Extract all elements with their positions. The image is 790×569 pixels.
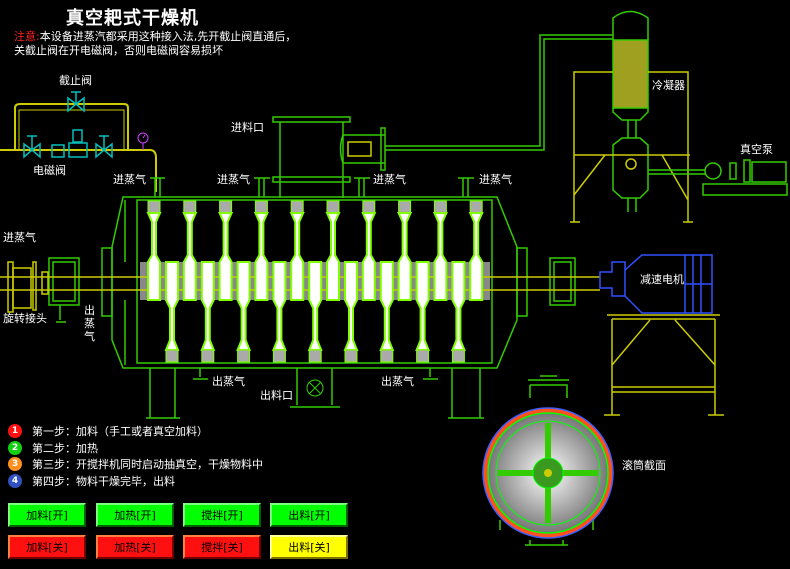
vacuum-pump: [702, 159, 788, 196]
step-badge: 1: [8, 424, 22, 439]
feed-inlet-label: 进料口: [231, 120, 264, 134]
paddle-head: [254, 200, 268, 214]
lower-paddle: [307, 261, 323, 351]
paddle-head: [147, 200, 161, 214]
steam-inlet-nozzles: [150, 177, 474, 197]
lower-paddle: [271, 261, 287, 351]
paddle-head: [237, 349, 251, 363]
steam-out-v-3: 气: [84, 329, 95, 343]
solenoid-valve-group[interactable]: [23, 129, 113, 159]
condenser-label: 冷凝器: [652, 78, 685, 92]
paddle-head: [201, 349, 215, 363]
lower-paddle: [415, 261, 431, 351]
step-badge: 3: [8, 457, 22, 472]
upper-paddle: [468, 212, 484, 301]
upper-paddle: [361, 212, 377, 301]
upper-paddle: [253, 212, 269, 301]
step-4: 4 第四步：物料干燥完毕，出料: [8, 473, 263, 490]
stir-off-button[interactable]: 搅拌[关]: [183, 535, 261, 559]
step-badge: 4: [8, 473, 22, 488]
paddle-head: [398, 200, 412, 214]
discharge-on-button[interactable]: 出料[开]: [270, 503, 348, 527]
step-text: 第二步：加热: [32, 441, 98, 455]
paddle-head: [183, 200, 197, 214]
paddle-head: [219, 200, 233, 214]
upper-paddle: [218, 212, 234, 301]
paddle-head: [272, 349, 286, 363]
rotary-joint-label: 旋转接头: [3, 311, 47, 325]
vacuum-pump-label: 真空泵: [740, 142, 773, 156]
discharge-valve-icon[interactable]: [306, 379, 324, 397]
step-text: 第一步：加料（手工或者真空加料）: [32, 425, 208, 439]
upper-paddle: [182, 212, 198, 301]
discharge-off-button[interactable]: 出料[关]: [270, 535, 348, 559]
paddle-head: [469, 200, 483, 214]
rotary-joint: [7, 261, 49, 313]
lower-paddle: [379, 261, 395, 351]
paddle-head: [362, 200, 376, 214]
steam-in-label-1: 进蒸气: [113, 172, 146, 186]
paddle-head: [416, 349, 430, 363]
upper-paddle: [146, 212, 162, 301]
heat-on-button[interactable]: 加热[开]: [96, 503, 174, 527]
paddle-head: [308, 349, 322, 363]
shutoff-valve[interactable]: [67, 91, 85, 113]
paddle-head: [165, 349, 179, 363]
drum-cross-section: [482, 375, 614, 546]
feed-off-button[interactable]: 加料[关]: [8, 535, 86, 559]
step-badge: 2: [8, 440, 22, 455]
operation-steps: 1 第一步：加料（手工或者真空加料） 2 第二步：加热 3 第三步：开搅拌机同时启动抽…: [8, 423, 263, 489]
lower-paddle: [164, 261, 180, 351]
gear-motor-label: 减速电机: [640, 272, 684, 286]
steam-in-label-3: 进蒸气: [373, 172, 406, 186]
solenoid-valve-label: 电磁阀: [33, 163, 66, 177]
discharge-label: 出料口: [260, 388, 293, 402]
upper-paddle: [289, 212, 305, 301]
step-text: 第三步：开搅拌机同时启动抽真空，干燥物料中: [32, 458, 263, 472]
drum-section-label: 滚筒截面: [622, 458, 666, 472]
step-text: 第四步：物料干燥完毕，出料: [32, 474, 175, 488]
steam-out-label-1: 出蒸气: [212, 374, 245, 388]
steam-in-label-2: 进蒸气: [217, 172, 250, 186]
condenser: [570, 10, 705, 223]
lower-paddle: [200, 261, 216, 351]
stir-on-button[interactable]: 搅拌[开]: [183, 503, 261, 527]
step-2: 2 第二步：加热: [8, 440, 263, 457]
steam-out-v-2: 蒸: [84, 317, 95, 330]
steam-out-v-1: 出: [84, 303, 95, 317]
steam-out-label-2: 出蒸气: [381, 374, 414, 388]
heat-off-button[interactable]: 加热[关]: [96, 535, 174, 559]
step-3: 3 第三步：开搅拌机同时启动抽真空，干燥物料中: [8, 456, 263, 473]
paddle-head: [380, 349, 394, 363]
shutoff-valve-label: 截止阀: [59, 73, 92, 87]
pressure-gauge-icon: [137, 132, 149, 150]
upper-paddle: [325, 212, 341, 301]
steam-in-label-left: 进蒸气: [3, 230, 36, 244]
upper-paddle: [397, 212, 413, 301]
feed-hopper: [272, 34, 613, 198]
paddle-head: [326, 200, 340, 214]
paddle-head: [433, 200, 447, 214]
feed-on-button[interactable]: 加料[开]: [8, 503, 86, 527]
lower-paddle: [343, 261, 359, 351]
upper-paddle: [432, 212, 448, 301]
step-1: 1 第一步：加料（手工或者真空加料）: [8, 423, 263, 440]
paddle-head: [290, 200, 304, 214]
paddle-head: [344, 349, 358, 363]
steam-in-label-4: 进蒸气: [479, 172, 512, 186]
paddle-head: [451, 349, 465, 363]
lower-paddle: [450, 261, 466, 351]
lower-paddle: [236, 261, 252, 351]
